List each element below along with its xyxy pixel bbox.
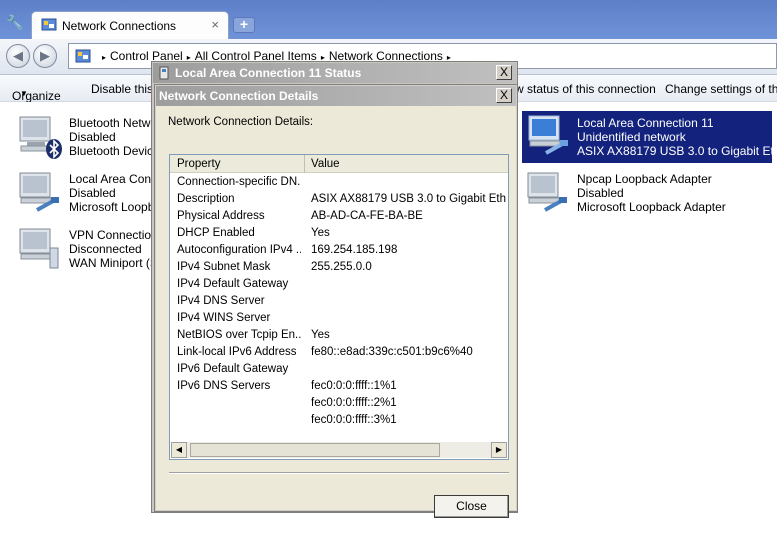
scroll-right-icon[interactable]: ▶	[491, 442, 507, 458]
network-cable-icon	[528, 115, 568, 155]
connection-device: Microsoft Loopback Adapter	[577, 200, 726, 214]
bluetooth-icon	[46, 139, 62, 159]
screen: { "browser": { "tab_title": "Network Con…	[0, 0, 777, 552]
details-label: Network Connection Details:	[168, 116, 314, 128]
value-cell: fec0:0:0:ffff::2%1	[311, 397, 397, 409]
close-button[interactable]: Close	[434, 495, 509, 518]
close-icon[interactable]: X	[496, 88, 512, 103]
connection-name: Npcap Loopback Adapter	[577, 172, 712, 186]
network-cable-icon	[19, 172, 59, 212]
table-row[interactable]: DHCP Enabled Yes	[170, 225, 508, 242]
table-row[interactable]: fec0:0:0:ffff::3%1	[170, 412, 508, 429]
table-row[interactable]: IPv6 DNS Servers fec0:0:0:ffff::1%1	[170, 378, 508, 395]
control-panel-icon	[75, 49, 91, 63]
value-cell: fec0:0:0:ffff::3%1	[311, 414, 397, 426]
connection-status: Disconnected	[69, 242, 142, 256]
value-cell: 255.255.0.0	[311, 261, 372, 273]
connection-name: Local Area Connection 11	[577, 116, 714, 130]
table-header: Property Value	[170, 155, 508, 173]
chevron-right-icon[interactable]: ▸	[102, 53, 106, 62]
details-dialog-title: Network Connection Details	[159, 89, 319, 103]
property-cell: IPv4 Subnet Mask	[177, 261, 271, 273]
close-tab-icon[interactable]: ×	[211, 17, 219, 32]
scrollbar-thumb[interactable]	[190, 443, 440, 457]
connection-status: Disabled	[69, 130, 116, 144]
table-row[interactable]: Connection-specific DN...	[170, 174, 508, 191]
arrow-left-icon: ◀	[13, 48, 23, 63]
property-cell: Connection-specific DN...	[177, 176, 301, 188]
value-cell: ASIX AX88179 USB 3.0 to Gigabit Etherne	[311, 193, 506, 205]
value-cell: Yes	[311, 329, 330, 341]
tab-network-connections[interactable]: Network Connections ×	[31, 11, 229, 39]
table-row[interactable]: Physical Address AB-AD-CA-FE-BA-BE	[170, 208, 508, 225]
property-cell: Description	[177, 193, 235, 205]
column-header-value[interactable]: Value	[311, 158, 340, 170]
table-row[interactable]: IPv4 DNS Server	[170, 293, 508, 310]
details-panel: Network Connection Details: Property Val…	[156, 106, 516, 518]
control-panel-icon	[41, 18, 57, 31]
horizontal-scrollbar[interactable]: ◀ ▶	[171, 442, 507, 458]
table-row[interactable]: Link-local IPv6 Address fe80::e8ad:339c:c…	[170, 344, 508, 361]
column-header-property[interactable]: Property	[177, 158, 220, 170]
connection-item-local-area-11[interactable]: Local Area Connection 11 Unidentified ne…	[522, 111, 777, 163]
status-dialog-titlebar[interactable]: Local Area Connection 11 Status X	[153, 63, 516, 83]
table-row[interactable]: Autoconfiguration IPv4 ... 169.254.185.19…	[170, 242, 508, 259]
scroll-left-icon[interactable]: ◀	[171, 442, 187, 458]
property-cell: DHCP Enabled	[177, 227, 255, 239]
wrench-icon[interactable]: 🔧	[6, 14, 23, 30]
property-cell: NetBIOS over Tcpip En...	[177, 329, 301, 341]
value-cell: AB-AD-CA-FE-BA-BE	[311, 210, 423, 222]
network-icon	[159, 66, 169, 80]
value-cell: Yes	[311, 227, 330, 239]
property-cell: IPv4 Default Gateway	[177, 278, 289, 290]
forward-button[interactable]: ▶	[33, 44, 57, 68]
value-cell: fe80::e8ad:339c:c501:b9c6%40	[311, 346, 473, 358]
view-status-button[interactable]: w status of this connection	[515, 82, 656, 96]
back-button[interactable]: ◀	[6, 44, 30, 68]
connection-device: Bluetooth Device	[69, 144, 160, 158]
details-dialog: Network Connection Details X Network Con…	[154, 84, 518, 518]
property-cell: Autoconfiguration IPv4 ...	[177, 244, 301, 256]
connection-name: VPN Connection	[69, 228, 158, 242]
tab-title: Network Connections	[62, 19, 177, 33]
property-cell: Link-local IPv6 Address	[177, 346, 297, 358]
table-row[interactable]: IPv4 Default Gateway	[170, 276, 508, 293]
arrow-right-icon: ▶	[40, 48, 50, 63]
close-icon[interactable]: X	[496, 65, 512, 80]
table-row[interactable]: fec0:0:0:ffff::2%1	[170, 395, 508, 412]
separator	[169, 472, 509, 474]
network-cable-icon	[527, 172, 567, 212]
status-dialog-title: Local Area Connection 11 Status	[175, 66, 362, 80]
property-cell: Physical Address	[177, 210, 265, 222]
property-cell: IPv4 WINS Server	[177, 312, 271, 324]
table-row[interactable]: IPv6 Default Gateway	[170, 361, 508, 378]
table-row[interactable]: Description ASIX AX88179 USB 3.0 to Gigab…	[170, 191, 508, 208]
connection-status: Unidentified network	[577, 130, 686, 144]
vpn-icon	[19, 228, 59, 269]
connection-status: Disabled	[577, 186, 624, 200]
new-tab-button[interactable]: +	[233, 17, 255, 33]
column-divider[interactable]	[304, 155, 305, 173]
details-table[interactable]: Property Value Connection-specific DN...…	[169, 154, 509, 460]
change-settings-button[interactable]: Change settings of this	[665, 82, 777, 96]
table-row[interactable]: NetBIOS over Tcpip En... Yes	[170, 327, 508, 344]
connection-device: ASIX AX88179 USB 3.0 to Gigabit Et...	[577, 144, 777, 158]
connection-item-npcap[interactable]: Npcap Loopback Adapter Disabled Microsof…	[525, 170, 755, 222]
tab-strip: 🔧 Network Connections × +	[0, 0, 777, 39]
property-cell: IPv4 DNS Server	[177, 295, 265, 307]
connection-status: Disabled	[69, 186, 116, 200]
connection-device: Microsoft Loopba	[69, 200, 162, 214]
connection-name: Bluetooth Netwo	[69, 116, 158, 130]
property-cell: IPv6 Default Gateway	[177, 363, 289, 375]
table-row[interactable]: IPv4 WINS Server	[170, 310, 508, 327]
value-cell: fec0:0:0:ffff::1%1	[311, 380, 397, 392]
details-dialog-titlebar[interactable]: Network Connection Details X	[156, 86, 516, 106]
value-cell: 169.254.185.198	[311, 244, 398, 256]
property-cell: IPv6 DNS Servers	[177, 380, 271, 392]
table-row[interactable]: IPv4 Subnet Mask 255.255.0.0	[170, 259, 508, 276]
chevron-down-icon: ▼	[20, 89, 28, 98]
